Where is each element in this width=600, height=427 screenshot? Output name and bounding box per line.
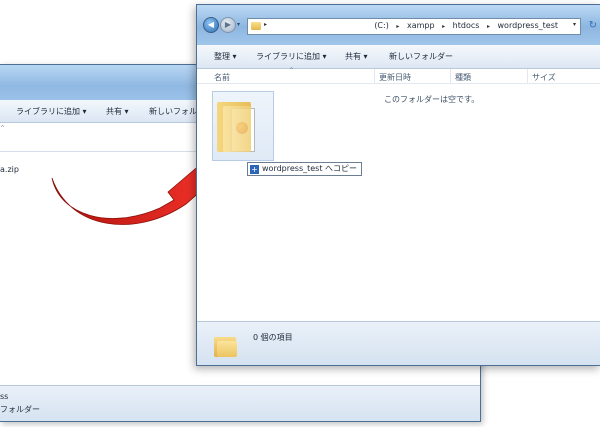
back-add-to-library-button[interactable]: ライブラリに追加 ▾ xyxy=(16,106,87,117)
back-arrow-icon[interactable]: ◀ xyxy=(203,17,219,33)
address-segment-wordpress[interactable]: wordpress_test xyxy=(498,21,558,30)
column-divider[interactable] xyxy=(374,69,375,83)
front-status-bar: 0 個の項目 xyxy=(197,321,600,365)
column-header: ^ 名前 更新日時 種類 サイズ xyxy=(197,67,600,84)
chevron-right-icon[interactable]: ▸ xyxy=(442,23,445,30)
front-toolbar: 整理 ▾ ライブラリに追加 ▾ 共有 ▾ 新しいフォルダー xyxy=(197,45,600,69)
address-bar[interactable]: ▸ (C:) ▸ xampp ▸ htdocs ▸ wordpress_test… xyxy=(247,18,581,35)
chevron-right-icon[interactable]: ▸ xyxy=(264,21,267,28)
history-dropdown-icon[interactable]: ▾ xyxy=(237,21,240,28)
front-explorer-window: ◀ ▶ ▾ ▸ (C:) ▸ xampp ▸ htdocs ▸ wordpres… xyxy=(196,4,600,366)
refresh-icon[interactable]: ↻ xyxy=(589,20,597,31)
add-to-library-button[interactable]: ライブラリに追加 ▾ xyxy=(256,51,327,62)
folder-flap-icon xyxy=(223,106,251,152)
drag-copy-tooltip: + wordpress_test へコピー xyxy=(247,162,363,176)
column-divider[interactable] xyxy=(450,69,451,83)
chevron-right-icon[interactable]: ▸ xyxy=(487,23,490,30)
back-file-item[interactable]: a.zip xyxy=(0,165,19,174)
address-segment-xampp[interactable]: xampp xyxy=(407,21,435,30)
share-button[interactable]: 共有 ▾ xyxy=(345,51,368,62)
chevron-right-icon[interactable]: ▸ xyxy=(396,23,399,30)
item-count: 0 個の項目 xyxy=(253,333,293,342)
drag-copy-label: wordpress_test へコピー xyxy=(262,164,358,173)
sort-caret-icon: ^ xyxy=(0,125,6,132)
empty-folder-message: このフォルダーは空です。 xyxy=(384,95,480,104)
back-new-folder-button[interactable]: 新しいフォル xyxy=(149,106,197,117)
column-divider[interactable] xyxy=(527,69,528,83)
plus-icon: + xyxy=(250,165,259,174)
dragged-folder-icon[interactable] xyxy=(212,91,274,161)
folder-icon xyxy=(214,334,238,358)
back-status-bar: ss フォルダー xyxy=(0,385,480,421)
forward-arrow-icon[interactable]: ▶ xyxy=(220,17,236,33)
address-drive[interactable]: (C:) xyxy=(374,21,389,30)
back-status-line1: ss xyxy=(0,392,9,401)
address-path: (C:) ▸ xampp ▸ htdocs ▸ wordpress_test xyxy=(369,21,558,30)
column-date[interactable]: 更新日時 xyxy=(379,72,411,83)
folder-icon xyxy=(251,22,261,30)
back-share-button[interactable]: 共有 ▾ xyxy=(106,106,129,117)
address-segment-htdocs[interactable]: htdocs xyxy=(453,21,480,30)
column-type[interactable]: 種類 xyxy=(455,72,471,83)
new-folder-button[interactable]: 新しいフォルダー xyxy=(389,51,453,62)
sort-caret-icon: ^ xyxy=(289,67,295,74)
address-dropdown-icon[interactable]: ▾ xyxy=(573,21,576,28)
front-title-bar: ◀ ▶ ▾ ▸ (C:) ▸ xampp ▸ htdocs ▸ wordpres… xyxy=(197,5,600,45)
back-status-line2: フォルダー xyxy=(0,405,40,414)
column-name[interactable]: 名前 xyxy=(214,72,230,83)
organize-button[interactable]: 整理 ▾ xyxy=(214,51,237,62)
column-size[interactable]: サイズ xyxy=(532,72,556,83)
